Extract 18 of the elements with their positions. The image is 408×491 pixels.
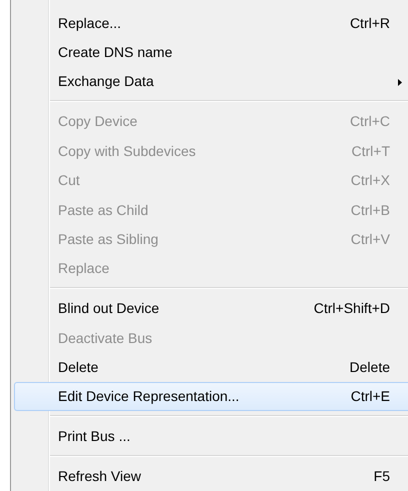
menu-item[interactable]: Blind out Device Ctrl+Shift+D: [14, 294, 408, 323]
shortcut-label: Ctrl+R: [350, 14, 390, 31]
menu-item[interactable]: Refresh View F5: [14, 461, 408, 491]
shortcut-label: Delete: [350, 358, 390, 375]
menu-item[interactable]: Create DNS name: [14, 37, 408, 67]
menu-item[interactable]: Delete Delete: [14, 352, 408, 382]
shortcut-label: Ctrl+Shift+D: [314, 300, 390, 316]
menu-item[interactable]: Exchange Data: [14, 66, 408, 96]
menu-item[interactable]: Edit Device Representation... Ctrl+E: [14, 382, 408, 412]
shortcut-label: Ctrl+X: [350, 172, 390, 188]
menu-item[interactable]: Print Bus ...: [14, 422, 408, 451]
shortcut-label: Ctrl+B: [350, 202, 390, 218]
shortcut-label: F5: [374, 468, 390, 484]
shortcut-label: Ctrl+T: [352, 142, 390, 159]
shortcut-label: Ctrl+C: [350, 113, 390, 130]
menu-item[interactable]: Replace... Ctrl+R: [14, 8, 408, 38]
shortcut-label: Ctrl+V: [350, 230, 390, 247]
shortcut-label: Ctrl+E: [350, 388, 390, 404]
